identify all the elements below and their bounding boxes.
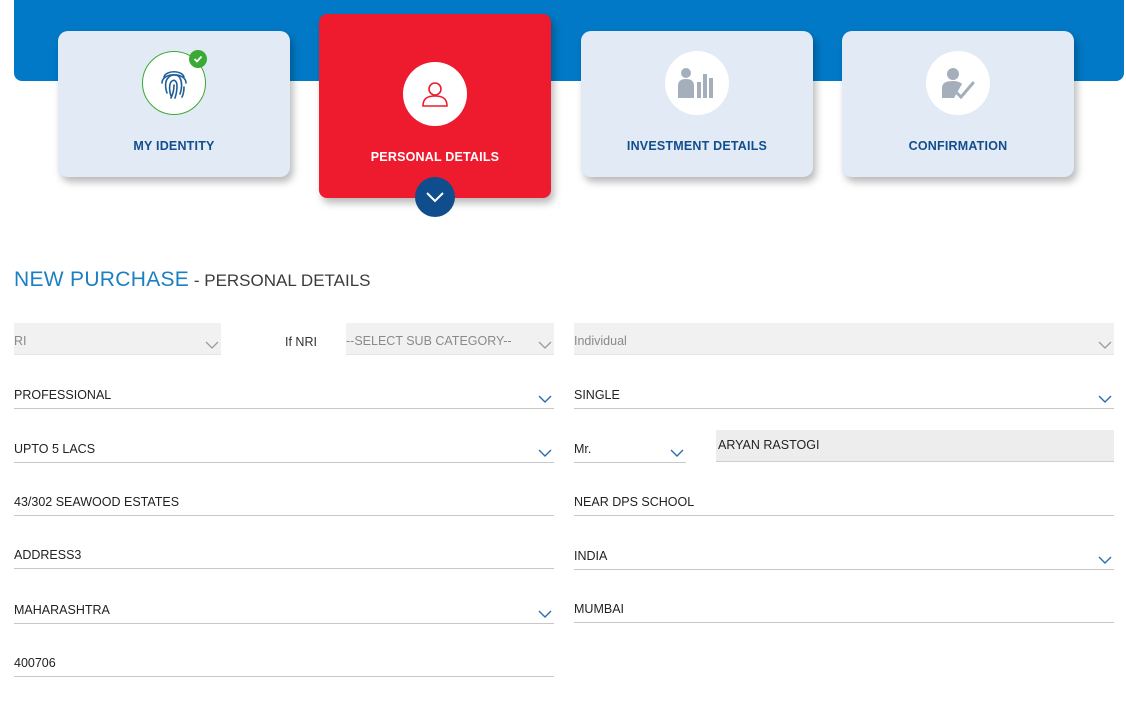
address-line2-field[interactable]: NEAR DPS SCHOOL	[574, 484, 1114, 516]
address-line2-value: NEAR DPS SCHOOL	[574, 495, 695, 509]
chevron-down-icon	[205, 341, 219, 349]
chevron-down-icon	[538, 341, 552, 349]
fingerprint-icon	[161, 70, 187, 99]
state-value: MAHARASHTRA	[14, 603, 110, 617]
pincode-field[interactable]: 400706	[14, 645, 554, 677]
completed-check-icon	[189, 50, 207, 68]
address-line1-field[interactable]: 43/302 SEAWOOD ESTATES	[14, 484, 554, 516]
salutation-select[interactable]: Mr.	[574, 431, 686, 463]
step-label: PERSONAL DETAILS	[370, 150, 500, 164]
residency-select[interactable]: RI	[14, 323, 221, 355]
chevron-down-icon	[538, 610, 552, 618]
step-icon-circle	[926, 51, 990, 115]
full-name-value: ARYAN RASTOGI	[718, 438, 820, 452]
page-title-sub: - PERSONAL DETAILS	[189, 271, 371, 290]
income-select[interactable]: UPTO 5 LACS	[14, 431, 554, 463]
step-label: MY IDENTITY	[133, 139, 215, 153]
step-investment-details[interactable]: INVESTMENT DETAILS	[581, 31, 813, 177]
address-line1-value: 43/302 SEAWOOD ESTATES	[14, 495, 180, 509]
holder-type-select[interactable]: Individual	[574, 323, 1114, 355]
holder-type-value: Individual	[574, 334, 627, 348]
marital-status-value: SINGLE	[574, 388, 620, 402]
marital-status-select[interactable]: SINGLE	[574, 377, 1114, 409]
page-title-main: NEW PURCHASE	[14, 268, 190, 291]
chevron-down-icon	[1098, 556, 1112, 564]
step-confirmation[interactable]: CONFIRMATION	[842, 31, 1074, 177]
page-title: NEW PURCHASE - PERSONAL DETAILS	[14, 268, 371, 292]
step-label: CONFIRMATION	[908, 139, 1008, 153]
user-icon	[422, 82, 448, 107]
step-icon-circle	[665, 51, 729, 115]
address-line3-field[interactable]: ADDRESS3	[14, 537, 554, 569]
occupation-value: PROFESSIONAL	[14, 388, 112, 402]
chevron-down-icon	[538, 395, 552, 403]
step-icon-circle	[142, 50, 207, 115]
chevron-down-icon	[415, 177, 455, 217]
city-value: MUMBAI	[574, 602, 624, 616]
city-field[interactable]: MUMBAI	[574, 591, 1114, 623]
step-my-identity[interactable]: MY IDENTITY	[58, 31, 290, 177]
step-icon-circle	[403, 62, 467, 126]
full-name-field[interactable]: ARYAN RASTOGI	[716, 430, 1114, 462]
investment-chart-icon	[678, 68, 713, 98]
nri-subcategory-value: --SELECT SUB CATEGORY--	[346, 334, 512, 348]
step-label: INVESTMENT DETAILS	[626, 139, 768, 153]
chevron-down-icon	[1098, 341, 1112, 349]
occupation-select[interactable]: PROFESSIONAL	[14, 377, 554, 409]
step-personal-details[interactable]: PERSONAL DETAILS	[319, 14, 551, 198]
chevron-down-icon	[538, 449, 552, 457]
nri-subcategory-select[interactable]: --SELECT SUB CATEGORY--	[346, 323, 554, 355]
chevron-down-icon	[670, 449, 684, 457]
country-value: INDIA	[574, 549, 608, 563]
nri-label: If NRI	[285, 335, 317, 349]
state-select[interactable]: MAHARASHTRA	[14, 592, 554, 624]
salutation-value: Mr.	[574, 442, 592, 456]
chevron-down-icon	[1098, 395, 1112, 403]
pincode-value: 400706	[14, 656, 56, 670]
country-select[interactable]: INDIA	[574, 538, 1114, 570]
address-line3-value: ADDRESS3	[14, 548, 82, 562]
income-value: UPTO 5 LACS	[14, 442, 96, 456]
user-check-icon	[942, 68, 975, 100]
residency-value: RI	[14, 334, 27, 348]
